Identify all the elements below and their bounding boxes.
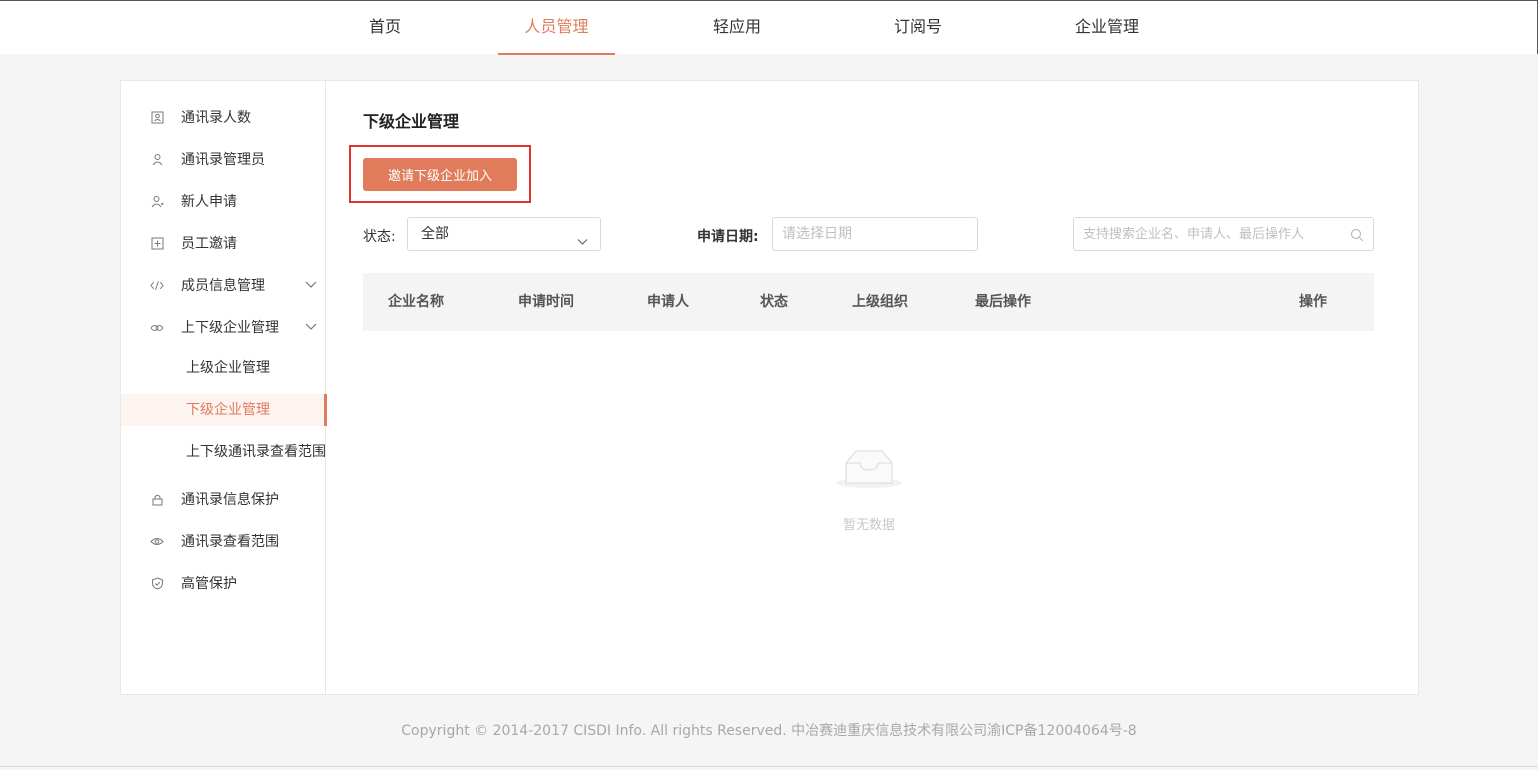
column-header-actions: 操作	[1299, 294, 1327, 310]
apply-date-input[interactable]	[772, 217, 978, 251]
plus-box-icon	[150, 236, 164, 250]
sidebar-item-contacts-protection[interactable]: 通讯录信息保护	[121, 478, 326, 520]
divider	[0, 766, 1538, 767]
sidebar-item-label: 上下级企业管理	[181, 320, 279, 336]
sidebar-item-new-applications[interactable]: 新人申请	[121, 180, 326, 222]
chevron-down-icon	[576, 228, 589, 245]
nav-enterprise-management[interactable]: 企业管理	[1071, 1, 1143, 55]
sidebar-item-member-info[interactable]: 成员信息管理	[121, 264, 326, 306]
sidebar-item-label: 成员信息管理	[181, 278, 265, 294]
sidebar: 通讯录人数 通讯录管理员 新人申请 员工邀请 成员信息管理 上下级企业管理 上级…	[121, 81, 327, 694]
sidebar-item-executive-protection[interactable]: 高管保护	[121, 562, 326, 604]
sidebar-item-label: 员工邀请	[181, 236, 237, 252]
status-select-value: 全部	[421, 226, 449, 242]
apply-date-label: 申请日期:	[697, 229, 759, 245]
search-box	[1073, 217, 1374, 251]
code-icon	[150, 278, 164, 292]
sidebar-item-contacts-scope[interactable]: 通讯录查看范围	[121, 520, 326, 562]
sidebar-item-enterprise-hierarchy[interactable]: 上下级企业管理	[121, 306, 326, 348]
chevron-down-icon	[304, 277, 318, 291]
table-header: 企业名称 申请时间 申请人 状态 上级组织 最后操作 操作	[363, 273, 1374, 331]
new-user-icon	[150, 194, 164, 208]
link-icon	[150, 320, 164, 334]
lock-icon	[150, 492, 164, 506]
column-header-apply-time: 申请时间	[518, 294, 574, 310]
sidebar-item-label: 新人申请	[181, 194, 237, 210]
column-header-last-action: 最后操作	[975, 294, 1031, 310]
sidebar-subitem-hierarchy-scope[interactable]: 上下级通讯录查看范围	[121, 436, 326, 468]
admin-user-icon	[150, 152, 164, 166]
nav-subscriptions[interactable]: 订阅号	[891, 1, 945, 55]
main-card: 通讯录人数 通讯录管理员 新人申请 员工邀请 成员信息管理 上下级企业管理 上级…	[120, 80, 1419, 695]
page: 首页 人员管理 轻应用 订阅号 企业管理 通讯录人数 通讯录管理员 新人申请 员…	[0, 0, 1538, 770]
column-header-parent-org: 上级组织	[852, 294, 908, 310]
sidebar-item-label: 通讯录管理员	[181, 152, 265, 168]
sidebar-item-label: 通讯录查看范围	[181, 534, 279, 550]
sidebar-item-contacts-admin[interactable]: 通讯录管理员	[121, 138, 326, 180]
eye-icon	[150, 534, 164, 548]
shield-icon	[150, 576, 164, 590]
column-header-status: 状态	[760, 294, 788, 310]
search-input[interactable]	[1073, 217, 1374, 251]
sidebar-item-employee-invite[interactable]: 员工邀请	[121, 222, 326, 264]
sidebar-item-contacts-count[interactable]: 通讯录人数	[121, 96, 326, 138]
column-header-applicant: 申请人	[647, 294, 689, 310]
status-select[interactable]: 全部	[407, 217, 601, 251]
sidebar-item-label: 高管保护	[181, 576, 237, 592]
footer-copyright: Copyright © 2014-2017 CISDI Info. All ri…	[401, 723, 1137, 739]
chevron-down-icon	[304, 319, 318, 333]
content-area: 下级企业管理 邀请下级企业加入 状态: 全部 申请日期: 企业名称 申请时	[349, 81, 1378, 694]
nav-home[interactable]: 首页	[367, 1, 403, 55]
empty-state-text: 暂无数据	[842, 518, 895, 533]
contacts-icon	[150, 110, 164, 124]
sidebar-item-label: 通讯录人数	[181, 110, 251, 126]
sidebar-item-label: 通讯录信息保护	[181, 492, 279, 508]
sidebar-subitem-sub-enterprise[interactable]: 下级企业管理	[121, 394, 327, 426]
page-title: 下级企业管理	[363, 112, 460, 131]
invite-sub-enterprise-button[interactable]: 邀请下级企业加入	[363, 158, 517, 191]
search-icon[interactable]	[1350, 227, 1364, 242]
empty-inbox-icon	[834, 445, 904, 495]
top-navigation: 首页 人员管理 轻应用 订阅号 企业管理	[0, 0, 1538, 55]
sidebar-subitem-parent-enterprise[interactable]: 上级企业管理	[121, 352, 326, 384]
nav-light-apps[interactable]: 轻应用	[710, 1, 764, 55]
status-label: 状态:	[363, 229, 396, 245]
column-header-enterprise-name: 企业名称	[388, 294, 444, 310]
nav-personnel-management[interactable]: 人员管理	[498, 1, 615, 55]
